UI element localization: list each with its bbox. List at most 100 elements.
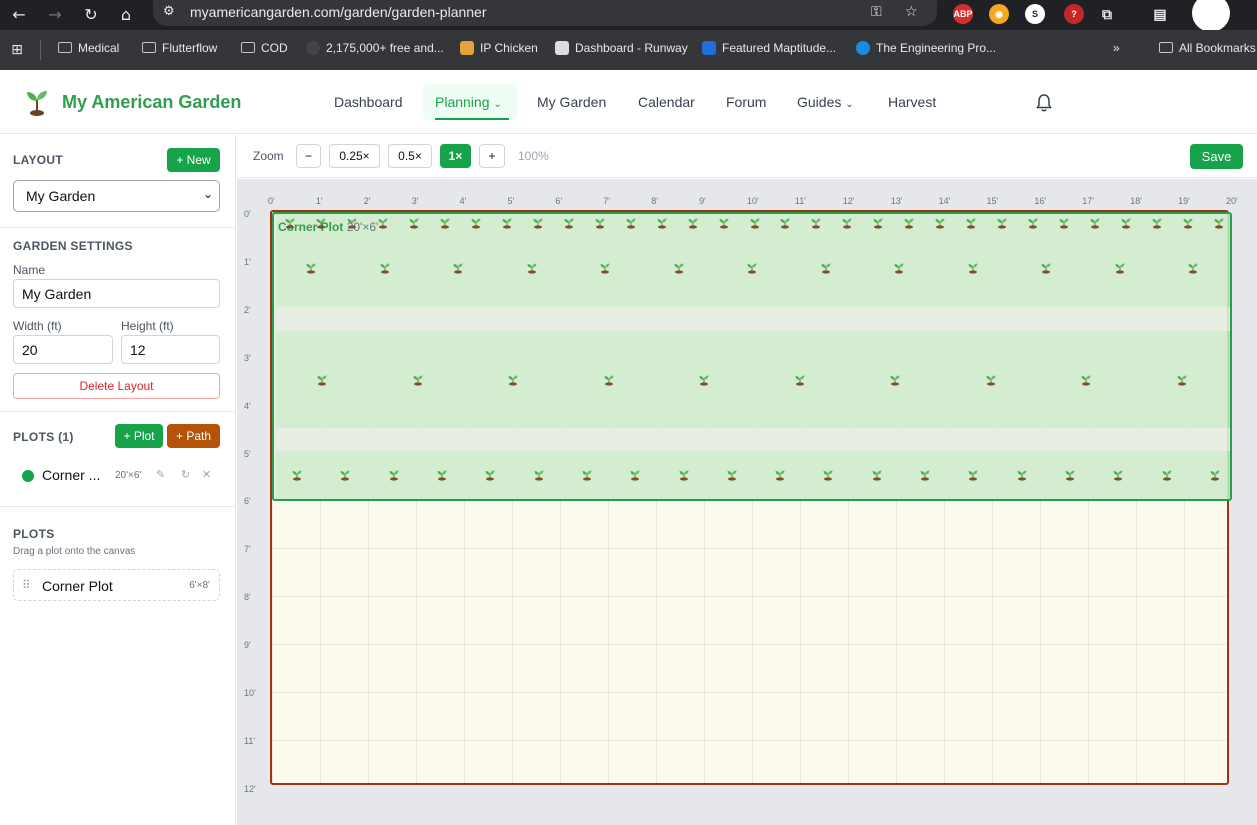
maptitude-icon [702,41,716,55]
seedling-icon [340,470,350,481]
seedling-icon [986,375,996,386]
seedling-icon [657,218,667,229]
bookmark-flutterflow[interactable]: Flutterflow [142,41,217,55]
seedling-icon [1090,218,1100,229]
seedling-icon [533,218,543,229]
new-layout-button[interactable]: + New [167,148,220,172]
zoom-05-button[interactable]: 0.5× [388,144,432,168]
key-icon[interactable]: ⚿ [871,4,882,20]
extensions-puzzle-icon[interactable]: ⧉ [1097,4,1117,24]
width-label: Width (ft) [13,319,62,333]
all-bookmarks[interactable]: All Bookmarks [1159,41,1256,55]
app-header: My American Garden Dashboard Planning ⌄ … [0,70,1257,134]
width-input[interactable]: 20 [13,335,113,364]
nav-dashboard[interactable]: Dashboard [334,94,403,110]
site-settings-icon[interactable]: ⚙ [163,4,175,19]
nav-guides-label: Guides [797,94,842,110]
brand-name[interactable]: My American Garden [62,92,241,113]
bookmark-runway[interactable]: Dashboard - Runway [555,41,688,55]
forward-icon[interactable]: → [43,3,67,27]
garden-name-input[interactable]: My Garden [13,279,220,308]
seedling-icon [1113,470,1123,481]
add-plot-button[interactable]: + Plot [115,424,163,448]
zoom-in-button[interactable]: + [479,144,505,168]
apps-grid-icon[interactable]: ⊞ [5,38,29,62]
seedling-icon [1028,218,1038,229]
nav-calendar[interactable]: Calendar [638,94,695,110]
nav-planning[interactable]: Planning ⌄ [435,94,502,110]
extension-red-icon[interactable]: ? [1064,4,1084,24]
bookmark-medical[interactable]: Medical [58,41,119,55]
plot-list-item[interactable]: Corner ... 20'×6' ✎ ↻ ✕ [22,466,220,486]
save-button[interactable]: Save [1190,144,1243,169]
sprout-logo-icon[interactable] [25,88,49,116]
browser-toolbar: ← → ↻ ⌂ ⚙ myamericangarden.com/garden/ga… [0,0,1257,32]
plot-template-card[interactable]: ⠿ Corner Plot 6'×8' [13,569,220,601]
ruler-x-tick: 0' [268,196,275,206]
nav-forum[interactable]: Forum [726,94,766,110]
ruler-y-tick: 9' [244,640,251,651]
seedling-icon [502,218,512,229]
ruler-x-tick: 19' [1178,196,1190,206]
seedling-icon [292,470,302,481]
ruler-x-tick: 11' [794,196,806,206]
plots-label: PLOTS [13,527,55,541]
zoom-percent: 100% [518,149,549,163]
height-input[interactable]: 12 [121,335,220,364]
seedling-icon [1188,263,1198,274]
bookmark-cod[interactable]: COD [241,41,288,55]
url-text[interactable]: myamericangarden.com/garden/garden-plann… [190,4,487,20]
seedling-icon [679,470,689,481]
extension-icon[interactable]: ◉ [989,4,1009,24]
zoom-025-button[interactable]: 0.25× [329,144,380,168]
nav-my-garden[interactable]: My Garden [537,94,606,110]
canvas-toolbar: Zoom − 0.25× 0.5× 1× + 100% Save [237,135,1257,178]
adblock-extension-icon[interactable]: ABP [953,4,973,24]
ruler-y-tick: 12' [244,783,256,794]
folder-icon [241,42,255,53]
nav-guides[interactable]: Guides ⌄ [797,94,854,110]
layout-select[interactable]: My Garden ⌄ [13,180,220,212]
planner-sidebar: LAYOUT + New My Garden ⌄ GARDEN SETTINGS … [0,135,236,825]
notification-bell-icon[interactable] [1036,94,1052,112]
bookmark-free[interactable]: 2,175,000+ free and... [306,41,444,55]
profile-avatar[interactable] [1192,0,1230,32]
bookmarks-overflow-icon[interactable]: » [1113,41,1120,55]
zoom-1-button[interactable]: 1× [440,144,471,168]
home-icon[interactable]: ⌂ [114,3,138,27]
folder-icon [142,42,156,53]
bookmark-ip-chicken[interactable]: IP Chicken [460,41,538,55]
ruler-y-tick: 5' [244,448,251,459]
seedling-icon [564,218,574,229]
back-icon[interactable]: ← [7,3,31,27]
reading-mode-icon[interactable]: ▤ [1150,4,1170,24]
all-bookmarks-label: All Bookmarks [1179,41,1256,55]
seedling-icon [920,470,930,481]
rotate-icon[interactable]: ↻ [181,468,190,481]
close-icon[interactable]: ✕ [202,468,211,481]
zoom-out-button[interactable]: − [296,144,321,168]
seedling-icon [894,263,904,274]
bookmark-star-icon[interactable]: ☆ [905,4,918,20]
seedling-icon [842,218,852,229]
reload-icon[interactable]: ↻ [79,3,103,27]
extension-s-icon[interactable]: S [1025,4,1045,24]
edit-icon[interactable]: ✎ [156,468,165,481]
row-edge [1227,451,1230,499]
drag-handle-icon[interactable]: ⠿ [22,578,31,592]
chevron-down-icon: ⌄ [493,99,502,110]
seedling-icon [626,218,636,229]
ruler-y-tick: 6' [244,496,251,507]
corner-plot[interactable] [272,212,1232,501]
add-path-button[interactable]: + Path [167,424,220,448]
seedling-icon [347,218,357,229]
address-bar[interactable]: ⚙ myamericangarden.com/garden/garden-pla… [153,0,937,26]
seedling-icon [775,470,785,481]
bookmark-engineering[interactable]: The Engineering Pro... [856,41,996,55]
nav-planning-label: Planning [435,94,490,110]
delete-layout-button[interactable]: Delete Layout [13,373,220,399]
template-size: 6'×8' [189,580,210,591]
bookmark-maptitude[interactable]: Featured Maptitude... [702,41,836,55]
nav-harvest[interactable]: Harvest [888,94,936,110]
seedling-icon [453,263,463,274]
